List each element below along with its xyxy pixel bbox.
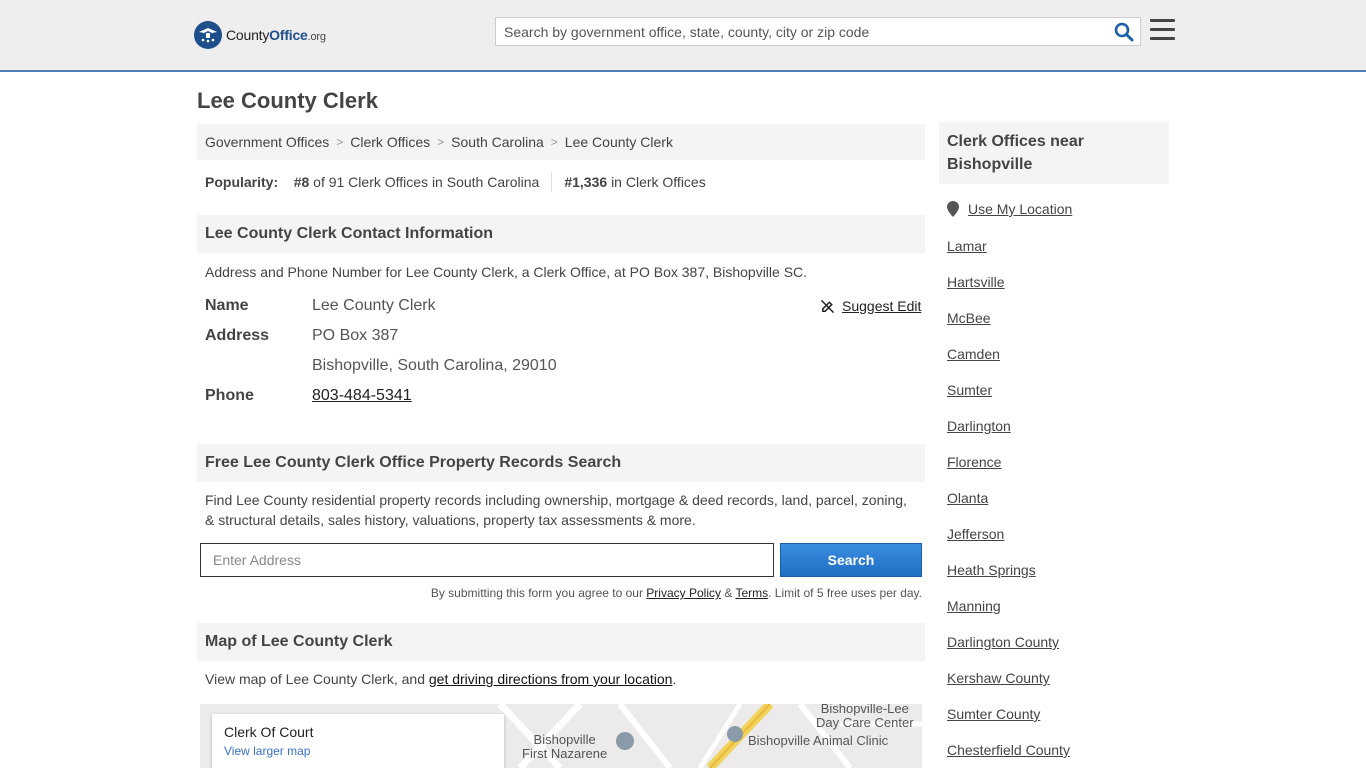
driving-directions-link[interactable]: get driving directions from your locatio… [429,671,673,687]
site-search [495,17,1141,46]
map-poi-daycare: Bishopville-Lee Day Care Center [816,704,914,730]
search-icon[interactable] [1114,22,1134,42]
list-item: Manning [947,598,1070,634]
hamburger-menu-icon[interactable] [1150,19,1175,41]
city-link-mcbee[interactable]: McBee [947,310,991,326]
city-link-darlington-county[interactable]: Darlington County [947,634,1059,650]
site-logo[interactable]: CountyOffice.org [194,20,326,50]
disclaimer-amp: & [724,586,733,600]
list-item: Kershaw County [947,670,1070,706]
list-item: Sumter County [947,706,1070,742]
phone-value: 803-484-5341 [312,387,412,405]
breadcrumb-government-offices[interactable]: Government Offices [205,134,329,150]
city-link-manning[interactable]: Manning [947,598,1001,614]
breadcrumb-clerk-offices[interactable]: Clerk Offices [350,134,430,150]
map-pin-icon [616,732,634,750]
city-link-kershaw-county[interactable]: Kershaw County [947,670,1050,686]
embedded-map[interactable]: Clerk Of Court View larger map Bishopvil… [200,704,922,768]
list-item: Chesterfield County [947,742,1070,768]
breadcrumb-separator: > [437,135,445,149]
map-description-end: . [672,671,677,687]
popularity-label: Popularity: [205,174,279,190]
location-pin-icon [947,201,959,217]
property-description-line-1: Find Lee County residential property rec… [205,492,907,508]
contact-heading: Lee County Clerk Contact Information [197,215,925,253]
city-link-camden[interactable]: Camden [947,346,1000,362]
address-search-input[interactable] [200,543,774,577]
city-link-lamar[interactable]: Lamar [947,238,987,254]
property-description-line-2: & structural details, sales history, val… [205,512,696,528]
nearby-cities-list: Lamar Hartsville McBee Camden Sumter Dar… [947,238,1070,768]
popularity: Popularity: #8 of 91 Clerk Offices in So… [205,172,706,192]
list-item: Olanta [947,490,1070,526]
city-link-hartsville[interactable]: Hartsville [947,274,1005,290]
property-heading: Free Lee County Clerk Office Property Re… [197,444,925,482]
map-poi-church: Bishopville First Nazarene [522,732,608,761]
terms-link[interactable]: Terms [735,586,768,600]
logo-text: CountyOffice.org [226,27,326,43]
breadcrumb: Government Offices > Clerk Offices > Sou… [197,124,925,160]
breadcrumb-separator: > [336,135,344,149]
list-item: Hartsville [947,274,1070,310]
address-line-2: Bishopville, South Carolina, 29010 [312,357,557,374]
map-description-text: View map of Lee County Clerk, and [205,671,425,687]
city-link-darlington[interactable]: Darlington [947,418,1011,434]
city-link-florence[interactable]: Florence [947,454,1001,470]
list-item: Camden [947,346,1070,382]
use-my-location[interactable]: Use My Location [947,201,1072,217]
site-header: CountyOffice.org [0,0,1366,72]
map-pin-icon [727,726,743,742]
list-item: Florence [947,454,1070,490]
suggest-edit-link[interactable]: Suggest Edit [842,298,921,314]
use-my-location-link[interactable]: Use My Location [968,201,1072,217]
city-link-sumter[interactable]: Sumter [947,382,992,398]
breadcrumb-south-carolina[interactable]: South Carolina [451,134,544,150]
list-item: McBee [947,310,1070,346]
map-card-title: Clerk Of Court [224,724,314,740]
city-link-olanta[interactable]: Olanta [947,490,988,506]
view-larger-map-link[interactable]: View larger map [224,744,492,758]
site-search-input[interactable] [496,18,1106,45]
name-value: Lee County Clerk [312,297,436,314]
suggest-edit[interactable]: Suggest Edit [820,298,921,314]
popularity-national-rank: #1,336 [564,174,608,190]
map-heading: Map of Lee County Clerk [197,623,925,661]
property-search-button[interactable]: Search [780,543,922,577]
sidebar-heading: Clerk Offices near Bishopville [939,122,1169,184]
list-item: Darlington [947,418,1070,454]
breadcrumb-current-page[interactable]: Lee County Clerk [565,134,673,150]
list-item: Heath Springs [947,562,1070,598]
address-line-1: PO Box 387 [312,327,399,344]
list-item: Darlington County [947,634,1070,670]
map-description: View map of Lee County Clerk, and get dr… [205,669,676,689]
popularity-state-rank: #8 [293,174,310,190]
contact-description: Address and Phone Number for Lee County … [205,264,808,280]
list-item: Sumter [947,382,1070,418]
popularity-divider [551,172,553,192]
phone-label: Phone [205,387,254,404]
logo-eagle-icon [194,21,222,49]
city-link-chesterfield-county[interactable]: Chesterfield County [947,742,1070,758]
city-link-sumter-county[interactable]: Sumter County [947,706,1040,722]
form-disclaimer: By submitting this form you agree to our… [431,586,922,600]
city-link-heath-springs[interactable]: Heath Springs [947,562,1036,578]
popularity-state-text: of 91 Clerk Offices in South Carolina [313,174,540,190]
name-label: Name [205,297,249,314]
disclaimer-post: . Limit of 5 free uses per day. [768,586,922,600]
disclaimer-pre: By submitting this form you agree to our [430,586,643,600]
property-description: Find Lee County residential property rec… [205,490,907,530]
edit-off-icon [820,299,835,313]
breadcrumb-separator: > [550,135,558,149]
address-label: Address [205,327,270,344]
page-title: Lee County Clerk [197,88,378,113]
list-item: Lamar [947,238,1070,274]
list-item: Jefferson [947,526,1070,562]
phone-link[interactable]: 803-484-5341 [312,387,412,404]
map-poi-animal-clinic: Bishopville Animal Clinic [748,733,889,748]
city-link-jefferson[interactable]: Jefferson [947,526,1004,542]
privacy-policy-link[interactable]: Privacy Policy [646,586,721,600]
popularity-national-text: in Clerk Offices [611,174,706,190]
map-info-card: Clerk Of Court View larger map [212,714,504,768]
